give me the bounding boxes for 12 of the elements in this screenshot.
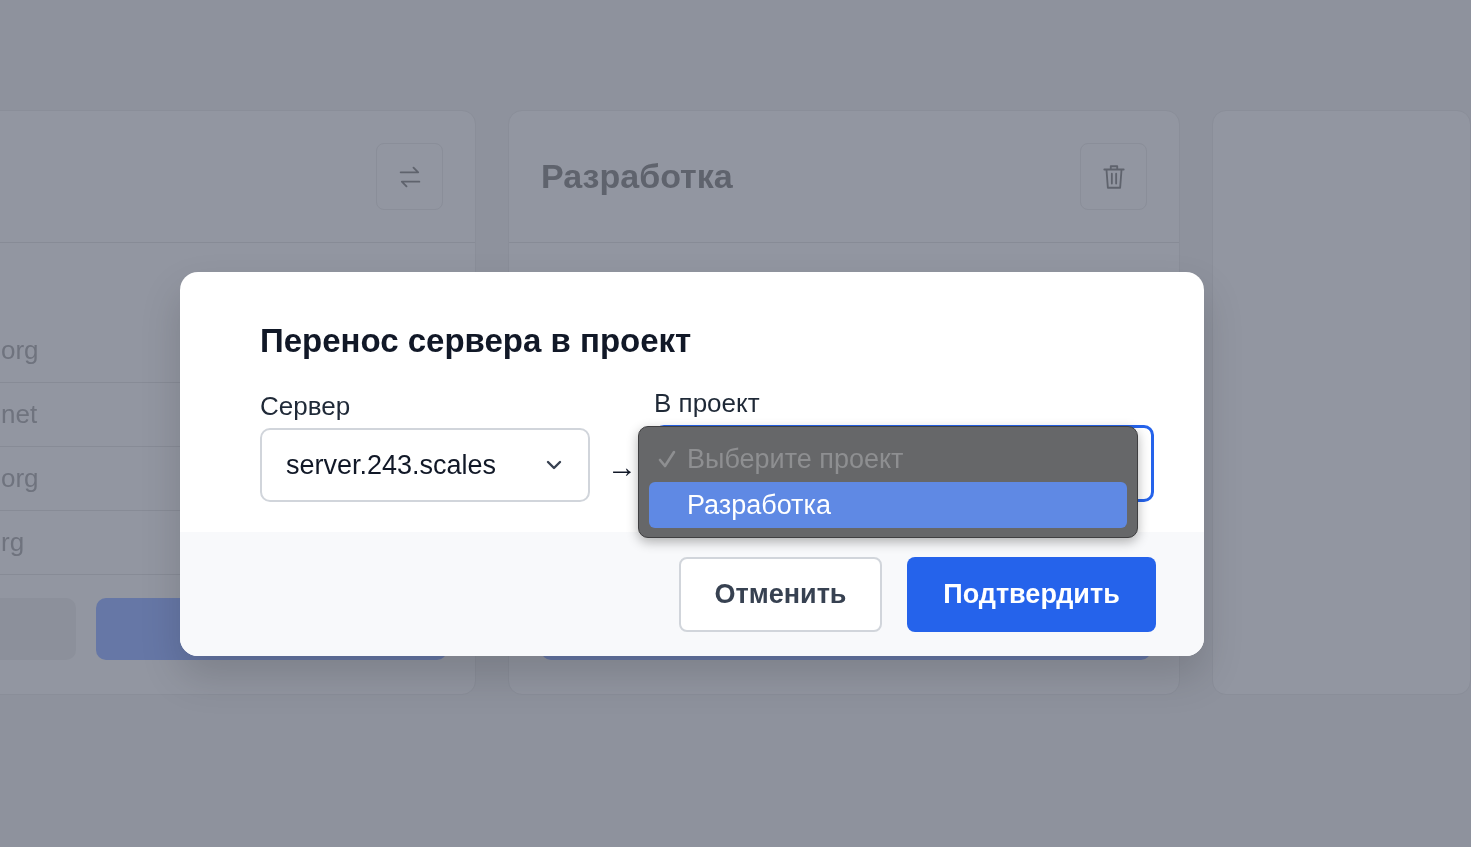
- cancel-button[interactable]: Отменить: [679, 557, 882, 632]
- transfer-button[interactable]: [376, 143, 443, 210]
- dialog-title: Перенос сервера в проект: [260, 322, 693, 360]
- checkmark-icon: [657, 449, 677, 469]
- server-select[interactable]: server.243.scales: [260, 428, 590, 502]
- dropdown-option[interactable]: Разработка: [649, 482, 1127, 528]
- trash-icon: [1100, 162, 1127, 191]
- arrow-glyph: →: [606, 450, 638, 485]
- field-label: В проект: [654, 388, 761, 419]
- field-label: Сервер: [260, 391, 352, 422]
- confirm-button[interactable]: Подтвердить: [907, 557, 1156, 632]
- delete-button[interactable]: [1080, 143, 1148, 210]
